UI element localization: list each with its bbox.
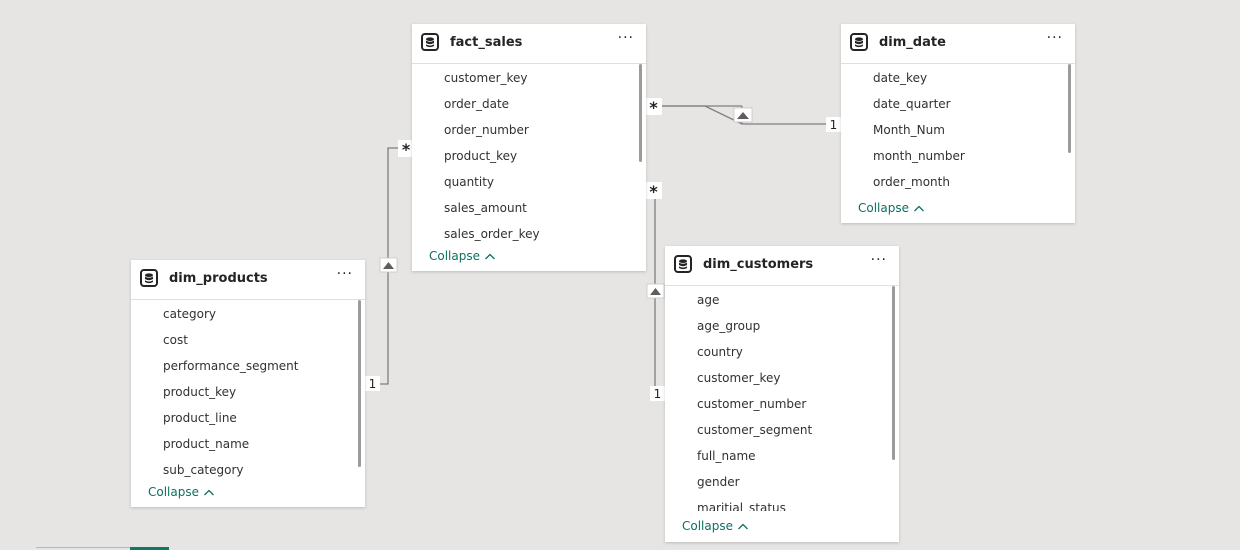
field-list[interactable]: age age_group country customer_key custo… — [665, 286, 899, 511]
svg-text:*: * — [649, 182, 658, 201]
field-item[interactable]: sales_order_key — [412, 220, 646, 241]
scrollbar[interactable] — [358, 300, 361, 467]
field-item[interactable]: full_name — [665, 442, 899, 468]
model-canvas[interactable]: * 1 * 1 * 1 fact_sales ··· customer_key … — [0, 0, 1240, 550]
table-card-dim-date[interactable]: dim_date ··· date_key date_quarter Month… — [841, 24, 1075, 223]
field-item[interactable]: age — [665, 286, 899, 312]
field-item[interactable]: order_date — [412, 90, 646, 116]
field-item[interactable]: cost — [131, 326, 365, 352]
database-icon — [674, 255, 692, 273]
cardinality-one: 1 — [650, 386, 665, 401]
field-item[interactable]: order_number — [412, 116, 646, 142]
relationship-line-customers[interactable] — [650, 189, 660, 395]
more-options-button[interactable]: ··· — [1047, 30, 1063, 46]
field-item[interactable]: customer_segment — [665, 416, 899, 442]
collapse-button[interactable]: Collapse — [682, 519, 749, 533]
database-icon — [140, 269, 158, 287]
table-title: dim_date — [879, 35, 946, 50]
field-item[interactable]: date_key — [841, 64, 1075, 90]
field-item[interactable]: product_line — [131, 404, 365, 430]
field-item[interactable]: maritial_status — [665, 494, 899, 511]
page-tab-divider — [36, 547, 130, 548]
scrollbar[interactable] — [1068, 64, 1071, 153]
table-title: dim_customers — [703, 257, 814, 272]
table-card-fact-sales[interactable]: fact_sales ··· customer_key order_date o… — [412, 24, 646, 271]
field-item[interactable]: date_quarter — [841, 90, 1075, 116]
field-item[interactable]: month_number — [841, 142, 1075, 168]
cardinality-one: 1 — [365, 376, 380, 391]
field-list[interactable]: date_key date_quarter Month_Num month_nu… — [841, 64, 1075, 197]
field-item[interactable]: customer_key — [665, 364, 899, 390]
table-card-header[interactable]: dim_customers ··· — [665, 246, 899, 286]
collapse-button[interactable]: Collapse — [858, 201, 925, 215]
database-icon — [421, 33, 439, 51]
scrollbar[interactable] — [639, 64, 642, 162]
collapse-button[interactable]: Collapse — [148, 485, 215, 499]
svg-text:*: * — [402, 140, 411, 159]
collapse-button[interactable]: Collapse — [429, 249, 496, 263]
field-item[interactable]: product_key — [131, 378, 365, 404]
svg-text:1: 1 — [654, 387, 662, 401]
cardinality-one: 1 — [826, 117, 841, 132]
scrollbar[interactable] — [892, 286, 895, 460]
table-card-dim-customers[interactable]: dim_customers ··· age age_group country … — [665, 246, 899, 542]
field-item[interactable]: customer_number — [665, 390, 899, 416]
field-item[interactable]: performance_segment — [131, 352, 365, 378]
field-item[interactable]: Month_Num — [841, 116, 1075, 142]
table-title: fact_sales — [450, 35, 523, 50]
relationship-line-products[interactable] — [380, 147, 398, 385]
filter-direction-icon — [646, 283, 665, 299]
field-item[interactable]: order_month — [841, 168, 1075, 194]
field-item[interactable]: customer_key — [412, 64, 646, 90]
field-item[interactable]: sub_category — [131, 456, 365, 477]
field-list[interactable]: customer_key order_date order_number pro… — [412, 64, 646, 241]
table-card-header[interactable]: dim_date ··· — [841, 24, 1075, 64]
field-item[interactable]: product_key — [412, 142, 646, 168]
field-item[interactable]: age_group — [665, 312, 899, 338]
more-options-button[interactable]: ··· — [871, 252, 887, 268]
field-item[interactable]: category — [131, 300, 365, 326]
filter-direction-icon — [379, 257, 398, 273]
field-item[interactable]: country — [665, 338, 899, 364]
chevron-up-icon — [737, 523, 748, 530]
field-item[interactable]: quantity — [412, 168, 646, 194]
cardinality-many: * — [645, 98, 662, 117]
field-item[interactable]: sales_amount — [412, 194, 646, 220]
field-list[interactable]: category cost performance_segment produc… — [131, 300, 365, 477]
chevron-up-icon — [484, 253, 495, 260]
table-title: dim_products — [169, 271, 268, 286]
relationship-line-date[interactable] — [662, 105, 829, 125]
table-card-dim-products[interactable]: dim_products ··· category cost performan… — [131, 260, 365, 507]
field-item[interactable]: product_name — [131, 430, 365, 456]
filter-direction-icon — [733, 107, 753, 123]
chevron-up-icon — [203, 489, 214, 496]
database-icon — [850, 33, 868, 51]
svg-text:1: 1 — [830, 118, 838, 132]
cardinality-many: * — [645, 182, 662, 201]
table-card-header[interactable]: fact_sales ··· — [412, 24, 646, 64]
svg-text:1: 1 — [369, 377, 377, 391]
field-item[interactable]: gender — [665, 468, 899, 494]
more-options-button[interactable]: ··· — [337, 266, 353, 282]
more-options-button[interactable]: ··· — [618, 30, 634, 46]
chevron-up-icon — [913, 205, 924, 212]
table-card-header[interactable]: dim_products ··· — [131, 260, 365, 300]
svg-text:*: * — [649, 98, 658, 117]
